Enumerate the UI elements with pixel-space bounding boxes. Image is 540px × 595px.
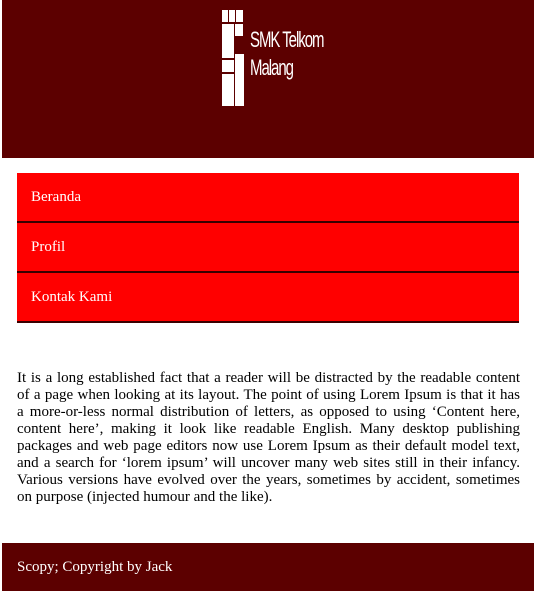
nav-item-kontak-kami[interactable]: Kontak Kami bbox=[17, 273, 519, 323]
logo-text-line1: SMK Telkom bbox=[250, 27, 325, 52]
site-footer: Scopy; Copyright by Jack bbox=[2, 543, 534, 591]
nav-item-profil[interactable]: Profil bbox=[17, 223, 519, 273]
page: SMK Telkom Malang Beranda Profil Kontak … bbox=[0, 0, 540, 595]
nav-item-beranda[interactable]: Beranda bbox=[17, 173, 519, 223]
school-logo-icon bbox=[222, 10, 244, 106]
body-paragraph: It is a long established fact that a rea… bbox=[17, 370, 520, 505]
site-header: SMK Telkom Malang bbox=[2, 0, 534, 158]
main-content: It is a long established fact that a rea… bbox=[17, 370, 520, 506]
site-logo[interactable]: SMK Telkom Malang bbox=[220, 8, 325, 108]
footer-copyright: Scopy; Copyright by Jack bbox=[17, 559, 173, 575]
logo-text-line2: Malang bbox=[250, 55, 294, 80]
main-nav: Beranda Profil Kontak Kami bbox=[17, 173, 519, 323]
logo-text: SMK Telkom Malang bbox=[250, 26, 325, 82]
